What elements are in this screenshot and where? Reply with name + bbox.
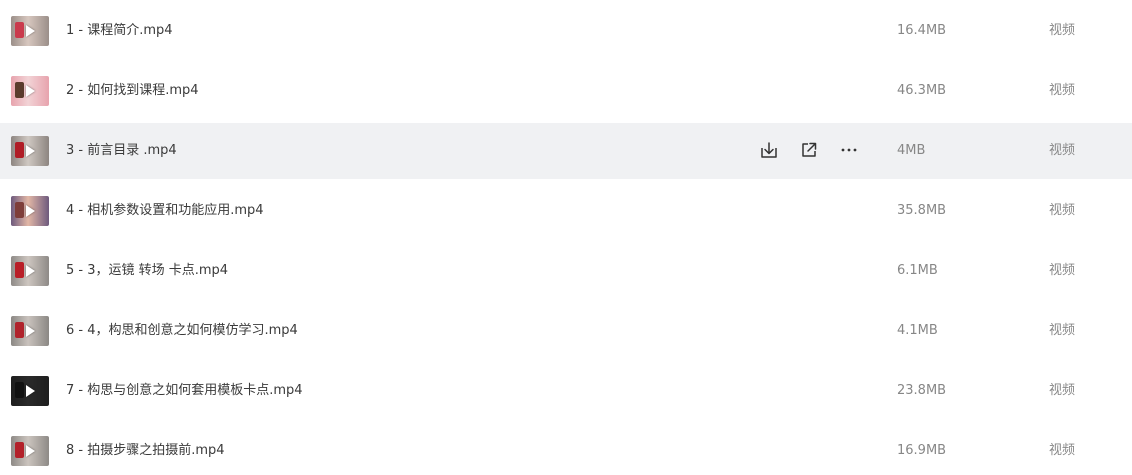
file-type: 视频 [1049,323,1076,338]
file-type: 视频 [1049,203,1076,218]
video-thumbnail[interactable] [11,256,49,286]
thumbnail-detail [15,262,24,278]
file-size: 4.1MB [897,323,938,338]
file-row[interactable]: 5 - 3，运镜 转场 卡点.mp4 6.1MB 视频 [0,243,1132,299]
file-size: 35.8MB [897,203,947,218]
play-icon [26,25,35,37]
thumbnail-detail [15,442,24,458]
thumbnail-detail [15,22,24,38]
video-thumbnail[interactable] [11,76,49,106]
file-type: 视频 [1049,143,1076,158]
file-row[interactable]: 2 - 如何找到课程.mp4 46.3MB 视频 [0,63,1132,119]
video-thumbnail[interactable] [11,376,49,406]
play-icon [26,445,35,457]
download-icon[interactable] [758,139,780,161]
file-row[interactable]: 6 - 4，构思和创意之如何模仿学习.mp4 4.1MB 视频 [0,303,1132,359]
thumbnail-detail [15,142,24,158]
file-type: 视频 [1049,383,1076,398]
play-icon [26,325,35,337]
file-row[interactable]: 3 - 前言目录 .mp4 4MB 视频 [0,123,1132,179]
thumbnail-detail [15,322,24,338]
file-list: 1 - 课程简介.mp4 16.4MB 视频 2 - 如何找到课程.mp4 46.3MB… [0,0,1132,475]
file-size: 6.1MB [897,263,938,278]
play-icon [26,265,35,277]
file-size: 4MB [897,143,926,158]
play-icon [26,205,35,217]
thumbnail-detail [15,382,24,398]
file-name[interactable]: 5 - 3，运镜 转场 卡点.mp4 [66,261,228,281]
thumbnail-detail [15,202,24,218]
file-row[interactable]: 4 - 相机参数设置和功能应用.mp4 35.8MB 视频 [0,183,1132,239]
more-icon[interactable] [838,139,860,161]
video-thumbnail[interactable] [11,16,49,46]
file-name[interactable]: 7 - 构思与创意之如何套用模板卡点.mp4 [66,381,303,401]
file-type: 视频 [1049,263,1076,278]
share-icon[interactable] [798,139,820,161]
video-thumbnail[interactable] [11,196,49,226]
file-name[interactable]: 6 - 4，构思和创意之如何模仿学习.mp4 [66,321,298,341]
file-row[interactable]: 7 - 构思与创意之如何套用模板卡点.mp4 23.8MB 视频 [0,363,1132,419]
thumbnail-detail [15,82,24,98]
file-row[interactable]: 8 - 拍摄步骤之拍摄前.mp4 16.9MB 视频 [0,423,1132,475]
file-name[interactable]: 8 - 拍摄步骤之拍摄前.mp4 [66,441,225,461]
video-thumbnail[interactable] [11,136,49,166]
play-icon [26,85,35,97]
file-name[interactable]: 2 - 如何找到课程.mp4 [66,81,199,101]
file-type: 视频 [1049,83,1076,98]
video-thumbnail[interactable] [11,436,49,466]
file-name[interactable]: 3 - 前言目录 .mp4 [66,141,177,161]
file-name[interactable]: 1 - 课程简介.mp4 [66,21,173,41]
file-size: 16.9MB [897,443,947,458]
file-size: 23.8MB [897,383,947,398]
file-size: 16.4MB [897,23,947,38]
file-row[interactable]: 1 - 课程简介.mp4 16.4MB 视频 [0,3,1132,59]
file-size: 46.3MB [897,83,947,98]
file-name[interactable]: 4 - 相机参数设置和功能应用.mp4 [66,201,264,221]
video-thumbnail[interactable] [11,316,49,346]
file-type: 视频 [1049,23,1076,38]
row-actions [758,139,868,163]
play-icon [26,385,35,397]
play-icon [26,145,35,157]
file-type: 视频 [1049,443,1076,458]
